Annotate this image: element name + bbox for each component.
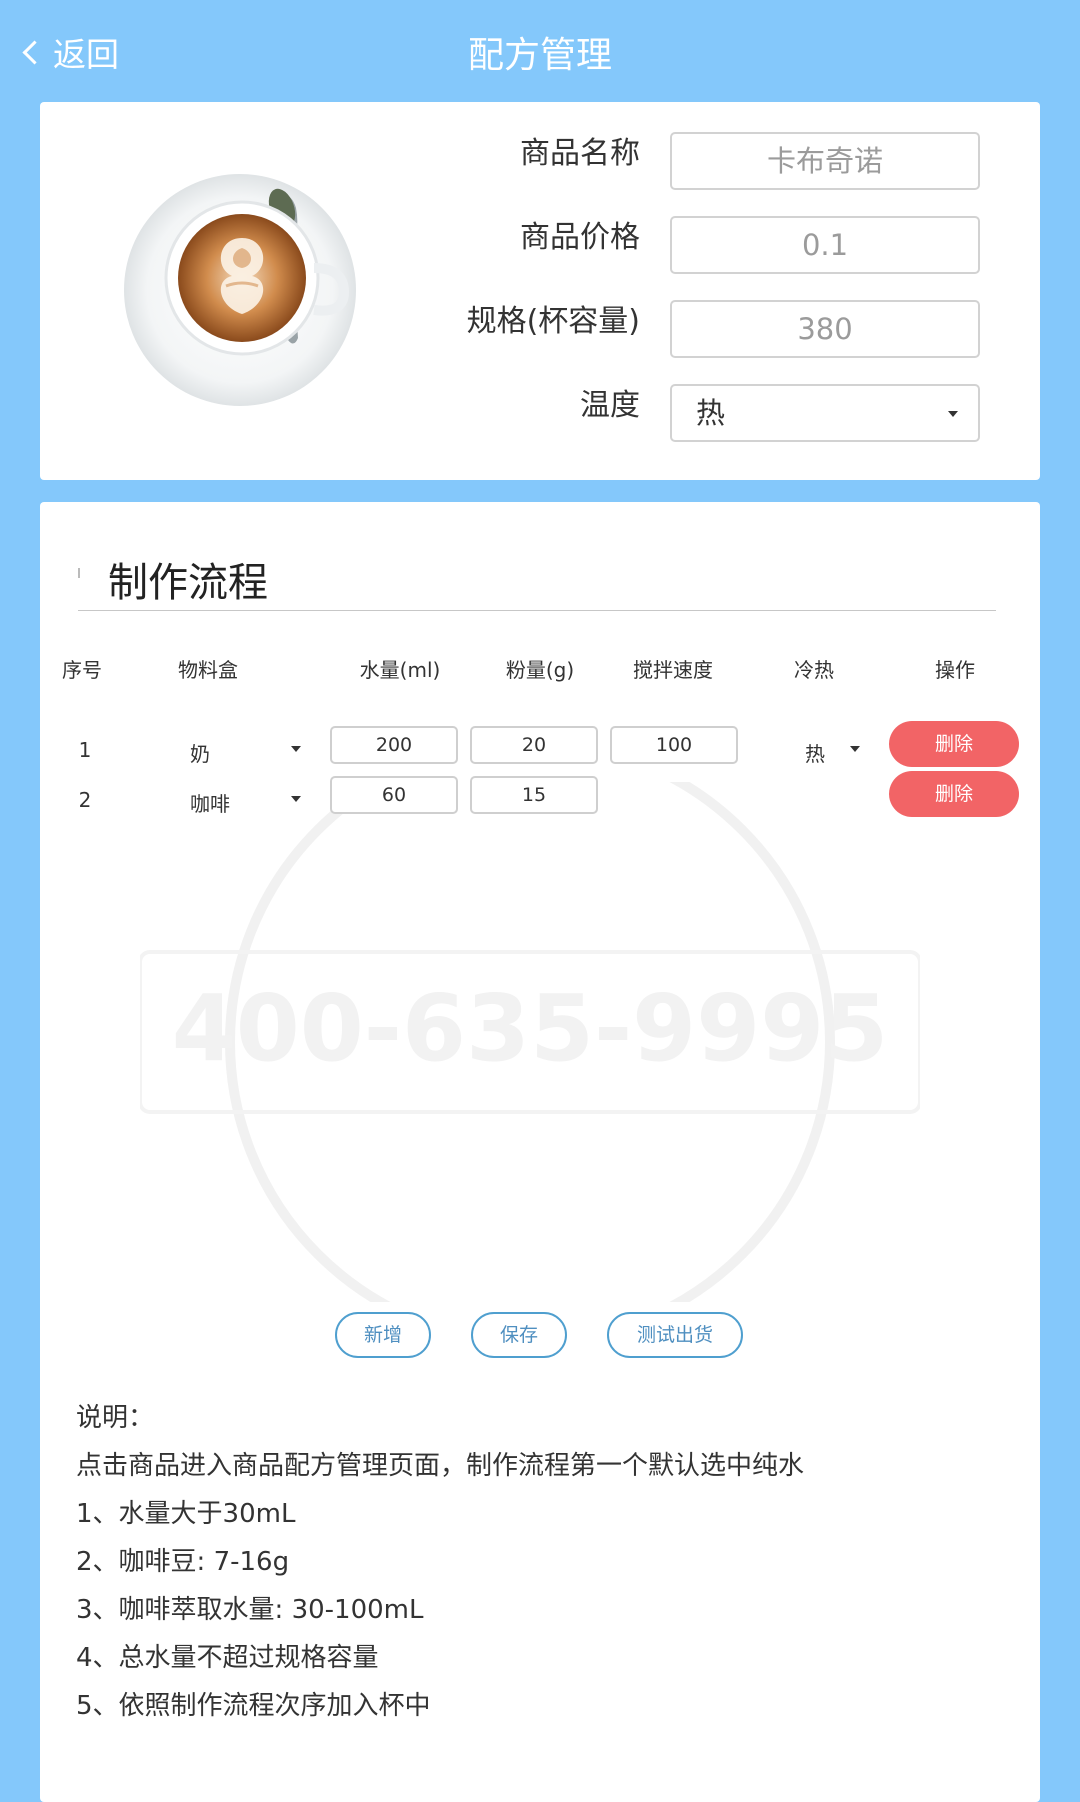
product-spec-input[interactable]: 380 bbox=[670, 300, 980, 358]
col-speed: 搅拌速度 bbox=[633, 658, 713, 682]
section-divider bbox=[78, 610, 996, 611]
temperature-select[interactable]: 热 bbox=[670, 384, 980, 442]
col-material: 物料盒 bbox=[178, 658, 238, 682]
product-name-label: 商品名称 bbox=[520, 136, 640, 171]
instruction-line: 3、咖啡萃取水量: 30-100mL bbox=[76, 1595, 424, 1625]
row2-powder-input[interactable]: 15 bbox=[470, 776, 598, 814]
col-action: 操作 bbox=[935, 658, 975, 682]
watermark-phone: 400-635-9995 bbox=[172, 975, 889, 1082]
save-button[interactable]: 保存 bbox=[471, 1312, 567, 1358]
caret-down-icon bbox=[850, 746, 860, 752]
row2-delete-button[interactable]: 删除 bbox=[889, 771, 1019, 817]
instruction-line: 点击商品进入商品配方管理页面，制作流程第一个默认选中纯水 bbox=[76, 1451, 805, 1481]
instruction-line: 2、咖啡豆: 7-16g bbox=[76, 1547, 290, 1577]
instructions-title: 说明： bbox=[76, 1403, 155, 1433]
top-bar: 返回 配方管理 bbox=[0, 0, 1080, 100]
product-spec-label: 规格(杯容量) bbox=[466, 304, 640, 339]
caret-down-icon bbox=[291, 746, 301, 752]
col-water: 水量(ml) bbox=[359, 658, 441, 682]
product-price-input[interactable]: 0.1 bbox=[670, 216, 980, 274]
row1-index: 1 bbox=[78, 738, 92, 762]
title-marker bbox=[78, 568, 80, 578]
row2-index: 2 bbox=[78, 788, 92, 812]
row1-delete-button[interactable]: 删除 bbox=[889, 721, 1019, 767]
col-powder: 粉量(g) bbox=[505, 658, 575, 682]
row1-water-input[interactable]: 200 bbox=[330, 726, 458, 764]
row1-temp: 热 bbox=[805, 742, 825, 766]
product-name-input[interactable]: 卡布奇诺 bbox=[670, 132, 980, 190]
temperature-label: 温度 bbox=[580, 388, 640, 423]
row2-water-input[interactable]: 60 bbox=[330, 776, 458, 814]
instruction-line: 5、依照制作流程次序加入杯中 bbox=[76, 1691, 431, 1721]
instruction-line: 1、水量大于30mL bbox=[76, 1499, 296, 1529]
watermark: 400-635-9995 bbox=[140, 782, 920, 1302]
add-button[interactable]: 新增 bbox=[335, 1312, 431, 1358]
product-card: 商品名称 卡布奇诺 商品价格 0.1 规格(杯容量) 380 温度 热 bbox=[40, 102, 1040, 480]
product-image bbox=[124, 174, 356, 406]
test-dispense-button[interactable]: 测试出货 bbox=[607, 1312, 743, 1358]
row1-powder-input[interactable]: 20 bbox=[470, 726, 598, 764]
col-index: 序号 bbox=[62, 658, 102, 682]
caret-down-icon bbox=[291, 796, 301, 802]
row1-speed-input[interactable]: 100 bbox=[610, 726, 738, 764]
product-price-label: 商品价格 bbox=[520, 220, 640, 255]
page-title: 配方管理 bbox=[467, 35, 612, 76]
instruction-line: 4、总水量不超过规格容量 bbox=[76, 1643, 379, 1673]
section-title: 制作流程 bbox=[108, 560, 268, 606]
row2-material: 咖啡 bbox=[190, 792, 230, 816]
col-temp: 冷热 bbox=[794, 658, 834, 682]
instructions: 说明： 点击商品进入商品配方管理页面，制作流程第一个默认选中纯水 1、水量大于3… bbox=[76, 1394, 976, 1730]
process-card: 400-635-9995 制作流程 序号 物料盒 水量(ml) 粉量(g) 搅拌… bbox=[40, 502, 1040, 1802]
row1-material: 奶 bbox=[190, 742, 210, 766]
caret-down-icon bbox=[948, 411, 958, 417]
temperature-value: 热 bbox=[696, 396, 726, 430]
